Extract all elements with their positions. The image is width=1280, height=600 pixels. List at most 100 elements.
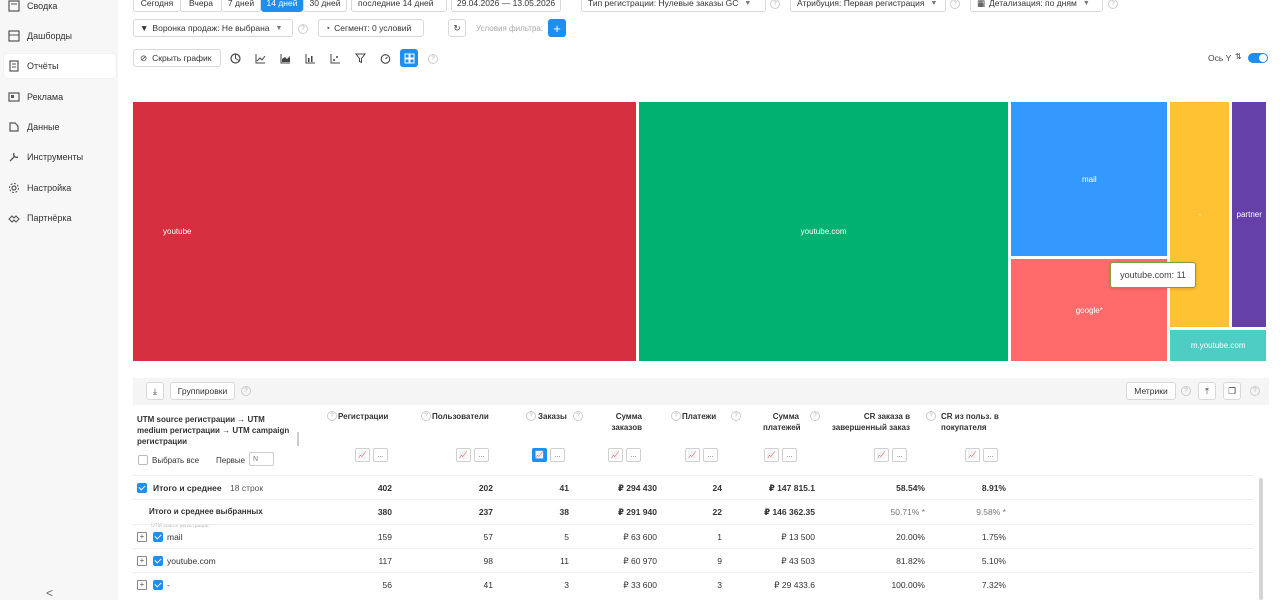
treemap-cell-partner[interactable]: partner: [1232, 102, 1266, 328]
sidebar-item-data[interactable]: Данные: [4, 115, 116, 139]
help-icon[interactable]: ?: [421, 411, 431, 421]
cell-payments: 1: [717, 532, 722, 542]
cell-cr-order: 58.54%: [896, 483, 925, 493]
help-icon[interactable]: ?: [428, 54, 438, 64]
column-chart-toggle[interactable]: 📈: [874, 448, 889, 462]
row-checkbox[interactable]: [153, 532, 163, 542]
help-icon[interactable]: ?: [298, 24, 308, 34]
date-range-picker[interactable]: 29.04.2026 — 13.05.2026: [451, 0, 561, 12]
column-chart-toggle[interactable]: 📈: [685, 448, 700, 462]
select-all-checkbox[interactable]: [138, 455, 148, 465]
period-yesterday-button[interactable]: Вчера: [180, 0, 222, 12]
period-30days-button[interactable]: 30 дней: [303, 0, 347, 12]
last-n-days-dropdown[interactable]: последние 14 дней: [351, 0, 447, 12]
funnel-chart-icon[interactable]: [351, 49, 369, 67]
sidebar-item-dashboards[interactable]: Дашборды: [4, 24, 116, 48]
row-checkbox[interactable]: [137, 483, 147, 493]
column-chart-toggle[interactable]: 📈: [608, 448, 623, 462]
detail-dropdown[interactable]: ▦ Детализация: по дням ▼: [970, 0, 1103, 12]
axis-sort-icon[interactable]: ⇅: [1235, 52, 1242, 61]
metrics-button[interactable]: Метрики: [1126, 382, 1176, 400]
treemap-cell-dash[interactable]: -: [1170, 102, 1230, 328]
collapse-sidebar-button[interactable]: <: [46, 586, 53, 600]
column-header-orders[interactable]: Заказы: [538, 411, 567, 422]
row-checkbox[interactable]: [153, 556, 163, 566]
column-header-payments[interactable]: Платежи: [682, 411, 716, 422]
period-today-button[interactable]: Сегодня: [133, 0, 181, 12]
column-more-button[interactable]: ...: [892, 448, 907, 462]
column-chart-toggle[interactable]: 📈: [456, 448, 471, 462]
column-more-button[interactable]: ...: [703, 448, 718, 462]
column-chart-toggle[interactable]: 📈: [965, 448, 980, 462]
help-icon[interactable]: ?: [770, 0, 780, 9]
expand-row-button[interactable]: +: [137, 532, 147, 542]
export-button[interactable]: ⤒: [1198, 382, 1216, 400]
treemap-cell-m-youtube-com[interactable]: m.youtube.com: [1170, 330, 1266, 361]
sidebar-item-ads[interactable]: Реклама: [4, 85, 116, 109]
help-icon[interactable]: ?: [950, 0, 960, 9]
cell-orders: 5: [564, 532, 569, 542]
column-chart-toggle[interactable]: 📈: [532, 448, 547, 462]
help-icon[interactable]: ?: [1181, 386, 1191, 396]
sidebar-item-settings[interactable]: Настройка: [4, 176, 116, 200]
help-icon[interactable]: ?: [671, 411, 681, 421]
treemap-cell-youtube[interactable]: youtube: [133, 102, 636, 361]
column-resize-handle[interactable]: [297, 432, 299, 446]
column-more-button[interactable]: ...: [550, 448, 565, 462]
registration-type-dropdown[interactable]: Тип регистрации: Нулевые заказы GC ▼: [581, 0, 766, 12]
line-chart-icon[interactable]: [251, 49, 269, 67]
column-header-registrations[interactable]: Регистрации: [338, 411, 388, 422]
help-icon[interactable]: ?: [327, 411, 337, 421]
column-chart-toggle[interactable]: 📈: [355, 448, 370, 462]
first-n-input[interactable]: [249, 452, 274, 466]
line-chart-icon: 📈: [877, 452, 886, 459]
column-header-cr-order[interactable]: CR заказа в завершенный заказ: [818, 411, 910, 433]
column-chart-toggle[interactable]: 📈: [764, 448, 779, 462]
scatter-chart-icon[interactable]: [326, 49, 344, 67]
treemap-cell-mail[interactable]: mail: [1011, 102, 1168, 257]
expand-row-button[interactable]: +: [137, 580, 147, 590]
help-icon[interactable]: ?: [1108, 0, 1118, 9]
axis-y-toggle[interactable]: [1248, 53, 1268, 63]
period-14days-button[interactable]: 14 дней: [261, 0, 303, 12]
groupings-button[interactable]: Группировки: [170, 382, 235, 400]
row-checkbox[interactable]: [153, 580, 163, 590]
help-icon[interactable]: ?: [573, 411, 583, 421]
column-more-button[interactable]: ...: [983, 448, 998, 462]
sidebar-item-tools[interactable]: Инструменты: [4, 145, 116, 169]
treemap-chart-icon[interactable]: [400, 49, 418, 67]
column-header-payment-sum[interactable]: Сумма платежей: [763, 411, 801, 433]
help-icon[interactable]: ?: [241, 386, 251, 396]
expand-row-button[interactable]: +: [137, 556, 147, 566]
sidebar-item-summary[interactable]: Сводка: [4, 0, 116, 18]
period-7days-button[interactable]: 7 дней: [221, 0, 261, 12]
area-chart-icon[interactable]: [276, 49, 294, 67]
column-header-order-sum[interactable]: Сумма заказов: [606, 411, 642, 433]
help-icon[interactable]: ?: [926, 411, 936, 421]
attribution-dropdown[interactable]: Атрибуция: Первая регистрация ▼: [790, 0, 946, 12]
vertical-scrollbar[interactable]: [1259, 478, 1263, 600]
column-more-button[interactable]: ...: [782, 448, 797, 462]
column-header-cr-users[interactable]: CR из польз. в покупателя: [941, 411, 1011, 433]
help-icon[interactable]: ?: [731, 411, 741, 421]
refresh-button[interactable]: ↻: [448, 19, 466, 37]
gauge-chart-icon[interactable]: [376, 49, 394, 67]
help-icon[interactable]: ?: [1250, 386, 1260, 396]
column-more-button[interactable]: ...: [626, 448, 641, 462]
help-icon[interactable]: ?: [526, 411, 536, 421]
sidebar-item-reports[interactable]: Отчёты: [4, 54, 116, 78]
sidebar-item-partner[interactable]: Партнёрка: [4, 206, 116, 230]
column-more-button[interactable]: ...: [474, 448, 489, 462]
add-filter-button[interactable]: +: [548, 19, 566, 37]
hide-chart-button[interactable]: ⊘ Скрыть график: [133, 49, 221, 67]
bar-chart-icon[interactable]: [301, 49, 319, 67]
pie-chart-icon[interactable]: [226, 49, 244, 67]
column-more-button[interactable]: ...: [373, 448, 388, 462]
sales-funnel-dropdown[interactable]: ▼ Воронка продаж: Не выбрана ▼: [133, 19, 293, 37]
copy-button[interactable]: ❐: [1223, 382, 1241, 400]
column-header-users[interactable]: Пользователи: [432, 411, 489, 422]
download-button[interactable]: ⤓: [146, 382, 164, 400]
treemap-cell-youtube-com[interactable]: youtube.com: [638, 102, 1009, 361]
segment-button[interactable]: ◔ Сегмент: 0 условий: [318, 19, 424, 37]
line-chart-icon: 📈: [535, 452, 544, 459]
